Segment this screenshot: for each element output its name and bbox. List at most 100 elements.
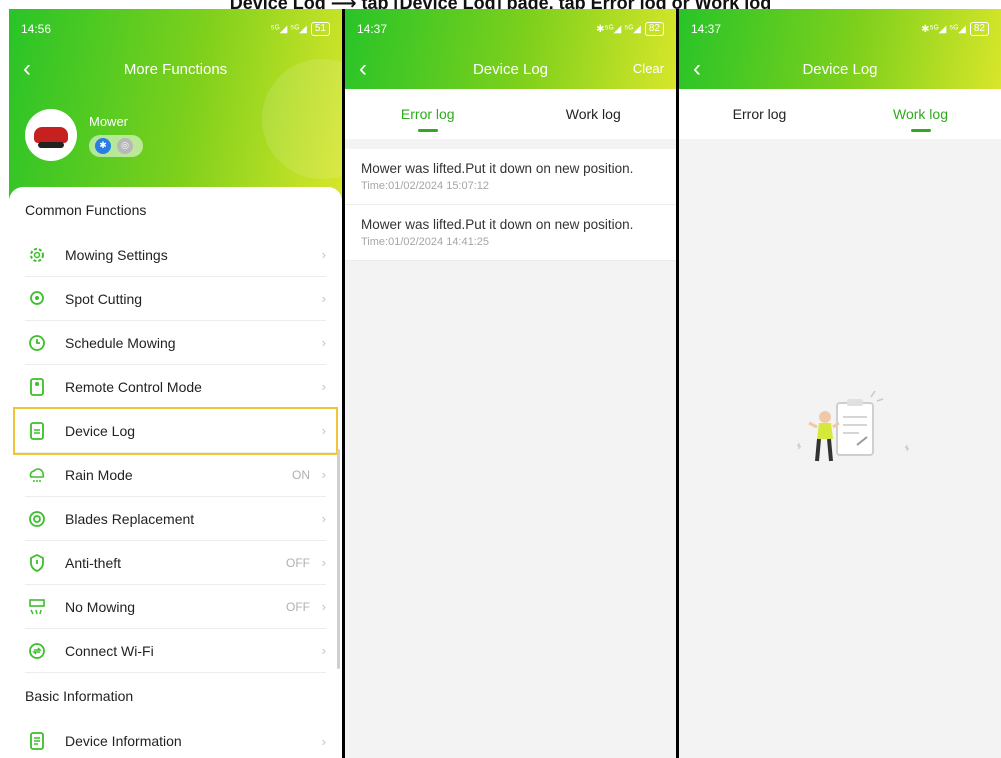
menu-item-device-information[interactable]: Device Information › [25, 719, 326, 758]
menu-item-mowing-settings[interactable]: Mowing Settings › [25, 233, 326, 277]
device-log-error-screen: 14:37 ✱⁵ᴳ◢ ⁵ᴳ◢ 82 ‹ Device Log Clear Err… [345, 9, 676, 758]
menu-item-blades-replacement[interactable]: Blades Replacement › [25, 497, 326, 541]
log-time: Time:01/02/2024 14:41:25 [361, 236, 490, 248]
status-time: 14:56 [21, 22, 52, 36]
location-pin-icon [27, 289, 47, 309]
nav-bar: ‹ Device Log Clear [345, 49, 676, 89]
chevron-right-icon: › [321, 335, 326, 350]
page-title: Device Log [802, 60, 878, 78]
log-list: Mower was lifted.Put it down on new posi… [345, 149, 676, 261]
status-icons: ⁵ᴳ◢ ⁵ᴳ◢ 51 [270, 22, 330, 36]
menu-item-schedule-mowing[interactable]: Schedule Mowing › [25, 321, 326, 365]
menu-item-label: Remote Control Mode [65, 378, 202, 395]
page-title: Device Log [472, 60, 549, 78]
chevron-right-icon: › [321, 643, 326, 658]
device-log-work-screen: 14:37 ✱⁵ᴳ◢ ⁵ᴳ◢ 82 ‹ Device Log Error log… [679, 9, 1001, 758]
section-title-basic: Basic Information [25, 688, 134, 704]
log-tabs: Error log Work log [679, 89, 1001, 139]
back-chevron-icon[interactable]: ‹ [359, 55, 367, 83]
menu-item-value: OFF [286, 599, 310, 614]
menu-item-label: Device Information [65, 733, 182, 749]
log-item: Mower was lifted.Put it down on new posi… [345, 149, 676, 205]
menu-item-value: OFF [286, 555, 310, 570]
log-message: Mower was lifted.Put it down on new posi… [361, 161, 634, 176]
back-chevron-icon[interactable]: ‹ [693, 55, 701, 83]
battery-icon: 82 [969, 22, 989, 36]
menu-item-value: ON [292, 467, 310, 482]
section-title-common: Common Functions [25, 202, 147, 218]
connection-status: ✱ ◎ [89, 134, 143, 157]
functions-sheet: Common Functions Mowing Settings › Spot … [9, 187, 342, 758]
nav-bar: ‹ Device Log [679, 49, 1001, 89]
tab-work-log[interactable]: Work log [840, 89, 1001, 139]
device-name: Mower [89, 113, 129, 129]
status-bar: 14:37 ✱⁵ᴳ◢ ⁵ᴳ◢ 82 [679, 9, 1001, 49]
mower-icon [34, 127, 68, 148]
tab-work-log[interactable]: Work log [511, 89, 677, 139]
menu-item-label: Spot Cutting [65, 290, 143, 307]
chevron-right-icon: › [321, 511, 326, 526]
menu-item-label: Rain Mode [65, 466, 133, 483]
menu-item-label: Connect Wi-Fi [65, 642, 154, 659]
log-tabs: Error log Work log [345, 89, 676, 139]
wifi-connect-icon [27, 641, 47, 661]
tab-error-log[interactable]: Error log [345, 89, 511, 139]
back-chevron-icon[interactable]: ‹ [23, 55, 31, 83]
nav-bar: ‹ More Functions [9, 49, 342, 89]
signal-icon: ✱⁵ᴳ◢ ⁵ᴳ◢ [596, 23, 641, 35]
remote-control-icon [27, 377, 47, 397]
page-title: More Functions [123, 60, 228, 78]
menu-item-spot-cutting[interactable]: Spot Cutting › [25, 277, 326, 321]
document-icon [27, 421, 47, 441]
log-message: Mower was lifted.Put it down on new posi… [361, 217, 634, 232]
chevron-right-icon: › [321, 555, 326, 570]
menu-item-connect-wifi[interactable]: Connect Wi-Fi › [25, 629, 326, 673]
status-icons: ✱⁵ᴳ◢ ⁵ᴳ◢ 82 [921, 22, 989, 36]
battery-icon: 82 [644, 22, 664, 36]
signal-icon: ✱⁵ᴳ◢ ⁵ᴳ◢ [921, 23, 966, 35]
menu-item-label: Schedule Mowing [65, 334, 176, 351]
menu-item-remote-control[interactable]: Remote Control Mode › [25, 365, 326, 409]
log-time: Time:01/02/2024 15:07:12 [361, 180, 490, 192]
mower-avatar [25, 109, 77, 161]
wifi-icon: ◎ [117, 137, 133, 154]
gear-icon [27, 245, 47, 265]
scrollbar[interactable] [337, 449, 340, 669]
menu-item-rain-mode[interactable]: Rain Mode ON › [25, 453, 326, 497]
chevron-right-icon: › [321, 423, 326, 438]
chevron-right-icon: › [321, 291, 326, 306]
menu-item-label: Mowing Settings [65, 246, 168, 263]
more-functions-screen: 14:56 ⁵ᴳ◢ ⁵ᴳ◢ 51 ‹ More Functions Mower … [9, 9, 342, 758]
clock-icon [27, 333, 47, 353]
chevron-right-icon: › [321, 733, 326, 749]
page-caption: Device Log ⟶ tap [Device Log] page, tap … [0, 0, 1001, 9]
status-bar: 14:56 ⁵ᴳ◢ ⁵ᴳ◢ 51 [9, 9, 342, 49]
status-time: 14:37 [691, 22, 722, 36]
blade-icon [27, 509, 47, 529]
empty-state-illustration-icon [779, 389, 919, 489]
clear-button[interactable]: Clear [633, 61, 664, 76]
menu-item-device-log[interactable]: Device Log › [13, 407, 338, 455]
shield-icon [27, 553, 47, 573]
chevron-right-icon: › [321, 247, 326, 262]
battery-icon: 51 [310, 22, 330, 36]
tab-error-log[interactable]: Error log [679, 89, 840, 139]
chevron-right-icon: › [321, 467, 326, 482]
menu-item-label: No Mowing [65, 598, 136, 615]
menu-item-no-mowing[interactable]: No Mowing OFF › [25, 585, 326, 629]
menu-item-label: Blades Replacement [65, 510, 195, 527]
menu-item-anti-theft[interactable]: Anti-theft OFF › [25, 541, 326, 585]
status-bar: 14:37 ✱⁵ᴳ◢ ⁵ᴳ◢ 82 [345, 9, 676, 49]
rain-cloud-icon [27, 465, 47, 485]
device-card[interactable]: Mower ✱ ◎ [25, 109, 143, 161]
info-document-icon [27, 731, 47, 751]
menu-item-label: Device Log [65, 422, 136, 439]
chevron-right-icon: › [321, 379, 326, 394]
bluetooth-icon: ✱ [95, 137, 111, 154]
no-mowing-icon [27, 597, 47, 617]
chevron-right-icon: › [321, 599, 326, 614]
status-icons: ✱⁵ᴳ◢ ⁵ᴳ◢ 82 [596, 22, 664, 36]
status-time: 14:37 [357, 22, 388, 36]
log-item: Mower was lifted.Put it down on new posi… [345, 205, 676, 261]
signal-icon: ⁵ᴳ◢ ⁵ᴳ◢ [270, 23, 307, 35]
